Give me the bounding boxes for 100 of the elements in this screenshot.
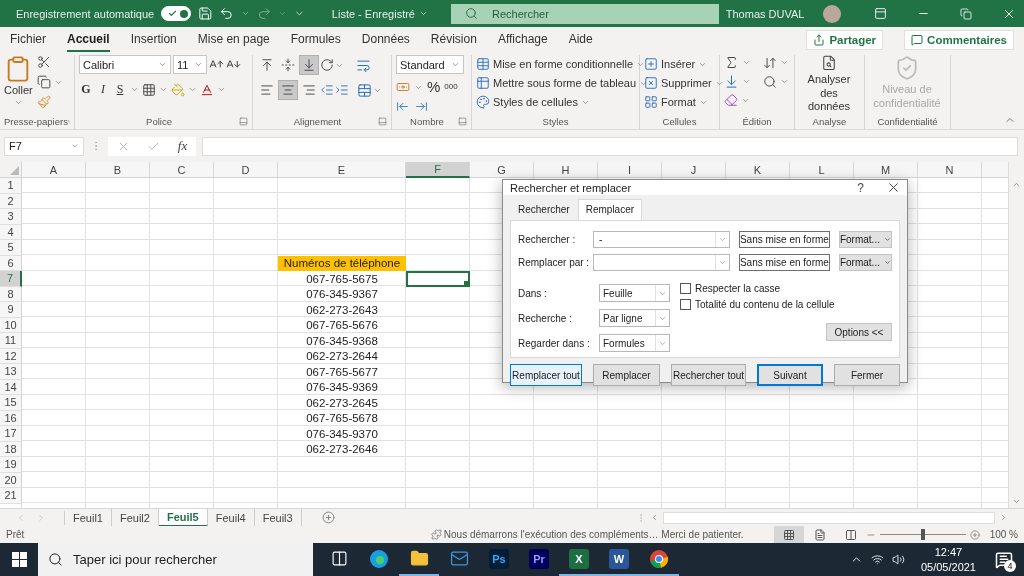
copy-icon[interactable] (36, 75, 51, 89)
caret-icon[interactable] (419, 9, 428, 18)
browser-icon[interactable] (369, 548, 389, 569)
ribbon-tab[interactable]: Révision (430, 27, 477, 52)
row-header[interactable]: 15 (0, 395, 22, 411)
save-icon[interactable] (197, 6, 213, 21)
caret-icon[interactable] (742, 58, 751, 67)
app-icon[interactable]: Ps (489, 548, 509, 569)
indent-decrease-icon[interactable] (320, 83, 334, 97)
checkbox-label[interactable]: Respecter la casse (695, 283, 781, 294)
search-icon[interactable] (763, 74, 777, 89)
caret-icon[interactable] (194, 60, 203, 69)
column-header[interactable]: I (598, 162, 662, 178)
dialog-launcher-icon[interactable] (458, 117, 467, 126)
dropdown-field[interactable]: Feuille (599, 284, 670, 302)
styles-menu-button[interactable]: Mettre sous forme de tableau (476, 74, 649, 92)
cells-icon[interactable] (644, 76, 658, 90)
decrease-decimal-icon[interactable] (415, 100, 428, 113)
format-button[interactable]: Format... (838, 253, 892, 271)
scroll-left-icon[interactable] (650, 513, 659, 522)
column-header[interactable]: J (662, 162, 726, 178)
cut-icon[interactable] (36, 55, 51, 69)
orientation-icon[interactable] (320, 58, 334, 72)
autosave-toggle[interactable] (161, 6, 191, 21)
name-box[interactable]: F7 (4, 136, 84, 156)
sum-icon[interactable] (724, 55, 739, 70)
ribbon-tab[interactable]: Insertion (130, 27, 177, 52)
add-sheet-icon[interactable] (321, 511, 335, 524)
dropdown-field[interactable]: Par ligne (599, 309, 670, 327)
clock[interactable]: 12:47 05/05/2021 (920, 544, 976, 575)
ribbon-display-icon[interactable] (874, 7, 887, 20)
row-header[interactable]: 17 (0, 426, 22, 442)
table-style-icon[interactable] (476, 57, 490, 71)
currency-icon[interactable] (396, 80, 410, 94)
cells-menu-button[interactable]: Supprimer (644, 74, 724, 92)
taskbar-app[interactable]: Pr (519, 543, 559, 576)
checkbox[interactable] (680, 299, 691, 310)
row-header[interactable]: 5 (0, 240, 22, 256)
search-icon[interactable] (48, 552, 63, 567)
font-size-field[interactable]: 11 (173, 55, 207, 74)
column-header[interactable]: K (726, 162, 790, 178)
column-header[interactable]: C (150, 162, 214, 178)
mail-icon[interactable] (449, 549, 469, 568)
input-field[interactable]: - (593, 230, 730, 248)
font-style-button[interactable]: I (96, 82, 110, 97)
borders-icon[interactable] (142, 82, 156, 97)
taskbar-app[interactable]: X (559, 543, 599, 576)
redo-icon[interactable] (256, 6, 272, 21)
dialog-button[interactable]: Fermer (834, 364, 900, 386)
column-header[interactable]: H (534, 162, 598, 178)
checkbox-label[interactable]: Totalité du contenu de la cellule (695, 299, 835, 310)
comments-button[interactable]: Commentaires (904, 29, 1014, 50)
row-header[interactable]: 21 (0, 488, 22, 504)
column-header[interactable]: B (86, 162, 150, 178)
dialog-button[interactable]: Rechercher tout (671, 364, 746, 386)
caret-icon[interactable] (71, 142, 79, 150)
cells-menu-button[interactable]: Insérer (644, 55, 708, 73)
styles-menu-button[interactable]: Styles de cellules (476, 93, 590, 111)
row-header[interactable]: 13 (0, 364, 22, 380)
caret-icon[interactable] (217, 85, 226, 94)
caret-icon[interactable] (188, 85, 197, 94)
table-style-icon[interactable] (476, 95, 490, 109)
font-name-field[interactable]: Calibri (79, 55, 171, 74)
cells-menu-button[interactable]: Format (644, 93, 708, 111)
dialog-button[interactable]: Suivant (757, 364, 823, 386)
close-icon[interactable] (886, 180, 901, 195)
ribbon-tab[interactable]: Aide (568, 27, 593, 52)
vertical-scrollbar[interactable] (1008, 162, 1024, 508)
font-style-button[interactable]: G (79, 82, 93, 97)
volume-icon[interactable] (891, 553, 905, 566)
dialog-tab[interactable]: Rechercher (510, 199, 578, 220)
taskbar-app[interactable]: W (599, 543, 639, 576)
column-header[interactable]: E (278, 162, 406, 178)
analyze-data-button[interactable]: Analyser des données (799, 55, 859, 114)
column-header[interactable]: A (22, 162, 86, 178)
cells-icon[interactable] (644, 57, 658, 71)
row-header[interactable]: 1 (0, 178, 22, 194)
caret-icon[interactable] (240, 9, 250, 18)
dialog-launcher-icon[interactable] (239, 117, 248, 126)
styles-menu-button[interactable]: Mise en forme conditionnelle (476, 55, 646, 73)
ribbon-tab[interactable]: Affichage (497, 27, 548, 52)
app-icon[interactable]: X (569, 548, 589, 569)
scroll-right-icon[interactable] (999, 513, 1008, 522)
dialog-launcher-icon[interactable] (378, 117, 387, 126)
font-style-button[interactable]: S (113, 82, 127, 97)
zoom-thumb[interactable] (920, 529, 925, 540)
caret-icon[interactable] (130, 85, 139, 94)
app-icon[interactable]: W (609, 548, 629, 569)
view-button[interactable] (773, 526, 804, 543)
wrap-text-icon[interactable] (356, 57, 371, 73)
checkbox[interactable] (680, 283, 691, 294)
format-painter-icon[interactable] (36, 95, 51, 109)
column-header[interactable]: F (406, 162, 470, 178)
percent-button[interactable]: % (427, 78, 441, 96)
row-header[interactable]: 3 (0, 209, 22, 225)
help-button[interactable]: ? (857, 180, 864, 195)
caret-icon[interactable] (159, 85, 168, 94)
column-header[interactable]: L (790, 162, 854, 178)
sheet-tab[interactable]: Feuil5 (158, 508, 208, 527)
caret-icon[interactable] (158, 60, 167, 69)
